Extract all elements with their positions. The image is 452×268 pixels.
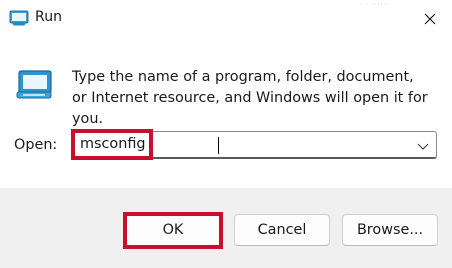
open-label-text: Open: [14, 137, 58, 153]
text-caret [218, 137, 219, 154]
browse-button[interactable]: Browse... [342, 214, 438, 246]
close-icon [424, 10, 436, 29]
instruction-text: Type the name of a program, folder, docu… [72, 69, 428, 127]
dropdown-button[interactable] [416, 138, 430, 152]
browse-button-label: Browse... [356, 222, 424, 238]
chevron-down-icon [416, 138, 430, 157]
ok-button-label: OK [162, 222, 184, 238]
open-label: Open: [14, 137, 57, 153]
background-text: · · ······ [360, 0, 389, 10]
run-app-icon [9, 9, 29, 27]
title-bar[interactable]: Run · · ······ [0, 0, 452, 38]
cancel-button[interactable]: Cancel [234, 214, 330, 246]
ok-button[interactable]: OK [124, 214, 222, 246]
open-input[interactable] [80, 136, 400, 152]
open-combobox[interactable] [71, 131, 437, 159]
run-dialog: Run · · ······ Type the name of a progra… [0, 0, 452, 268]
run-icon [15, 68, 53, 102]
close-button[interactable] [408, 0, 452, 38]
window-title: Run [35, 9, 63, 25]
cancel-button-label: Cancel [257, 222, 307, 238]
